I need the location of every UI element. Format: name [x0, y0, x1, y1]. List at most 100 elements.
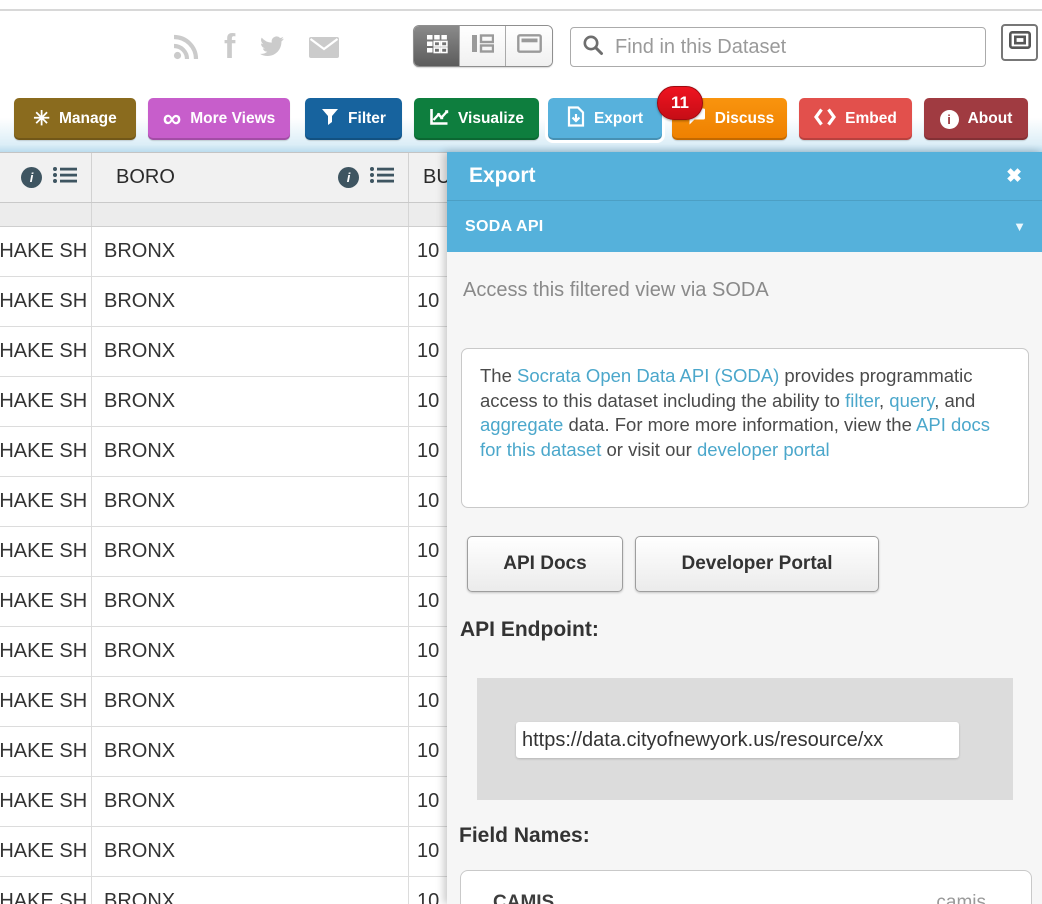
- export-button[interactable]: Export: [548, 98, 662, 140]
- cell-dba[interactable]: SHAKE SH: [0, 877, 92, 904]
- header-icons: i: [338, 165, 408, 190]
- cell-boro[interactable]: BRONX: [92, 477, 409, 526]
- cell-dba[interactable]: SHAKE SH: [0, 777, 92, 826]
- social-share-group: f: [172, 32, 339, 62]
- about-button[interactable]: i About: [924, 98, 1028, 140]
- gear-icon: ✳: [33, 109, 50, 129]
- text-segment: or visit our: [601, 439, 697, 460]
- cell-boro[interactable]: BRONX: [92, 827, 409, 876]
- cell-dba[interactable]: SHAKE SH: [0, 377, 92, 426]
- developer-portal-button[interactable]: Developer Portal: [635, 536, 879, 592]
- cell-boro[interactable]: BRONX: [92, 327, 409, 376]
- cell-boro[interactable]: BRONX: [92, 377, 409, 426]
- fullscreen-icon: [1009, 31, 1031, 54]
- api-endpoint-input[interactable]: [516, 722, 959, 758]
- chevron-down-icon: ▼: [1013, 219, 1026, 234]
- binoculars-icon: ∞: [163, 105, 182, 131]
- download-doc-icon: [567, 106, 585, 132]
- dataset-page: f: [0, 0, 1042, 904]
- cell-boro[interactable]: BRONX: [92, 677, 409, 726]
- export-panel-header: Export ✖: [447, 152, 1042, 200]
- field-row: CAMIScamis: [493, 892, 986, 904]
- field-names-label: Field Names:: [459, 824, 590, 848]
- cell-boro[interactable]: BRONX: [92, 227, 409, 276]
- cell-dba[interactable]: SHAKE SH: [0, 577, 92, 626]
- inline-link[interactable]: Socrata Open Data API (SODA): [517, 365, 779, 386]
- manage-label: Manage: [59, 110, 117, 128]
- more-views-button[interactable]: ∞ More Views: [148, 98, 290, 140]
- column-header-dba[interactable]: i: [0, 153, 92, 202]
- top-divider: [0, 9, 1042, 11]
- toolbar: f: [0, 18, 1042, 76]
- cell-boro[interactable]: BRONX: [92, 427, 409, 476]
- rich-list-view-icon: [471, 34, 494, 58]
- page-view-icon: [517, 34, 542, 58]
- cell-dba[interactable]: SHAKE SH: [0, 477, 92, 526]
- discuss-label: Discuss: [715, 110, 774, 128]
- facebook-icon[interactable]: f: [224, 32, 235, 62]
- column-menu-icon[interactable]: [369, 165, 395, 190]
- inline-link[interactable]: aggregate: [480, 414, 563, 435]
- search-icon: [581, 33, 605, 62]
- filter-button[interactable]: Filter: [305, 98, 402, 140]
- page-view-button[interactable]: [506, 26, 552, 66]
- soda-description: The Socrata Open Data API (SODA) provide…: [461, 348, 1029, 508]
- cell-boro[interactable]: BRONX: [92, 627, 409, 676]
- cell-boro[interactable]: BRONX: [92, 277, 409, 326]
- column-info-icon[interactable]: i: [21, 167, 42, 188]
- manage-button[interactable]: ✳ Manage: [14, 98, 136, 140]
- cell-dba[interactable]: SHAKE SH: [0, 427, 92, 476]
- api-docs-button[interactable]: API Docs: [467, 536, 623, 592]
- filter-label: Filter: [348, 110, 386, 128]
- rich-list-view-button[interactable]: [460, 26, 506, 66]
- inline-link[interactable]: developer portal: [697, 439, 830, 460]
- text-segment: , and: [934, 390, 975, 411]
- discuss-count-badge: 11: [657, 86, 703, 120]
- soda-intro-text: Access this filtered view via SODA: [463, 279, 769, 302]
- inline-link[interactable]: query: [889, 390, 934, 411]
- api-endpoint-label: API Endpoint:: [460, 618, 599, 642]
- column-info-icon[interactable]: i: [338, 167, 359, 188]
- cell-boro[interactable]: BRONX: [92, 527, 409, 576]
- visualize-button[interactable]: Visualize: [414, 98, 539, 140]
- cell-boro[interactable]: BRONX: [92, 877, 409, 904]
- grid-view-button[interactable]: [414, 26, 460, 66]
- header-icons: i: [21, 165, 91, 190]
- cell-dba[interactable]: SHAKE SH: [0, 627, 92, 676]
- more-views-label: More Views: [190, 110, 275, 128]
- column-menu-icon[interactable]: [52, 165, 78, 190]
- soda-api-label: SODA API: [465, 218, 544, 236]
- funnel-icon: [321, 108, 339, 131]
- embed-button[interactable]: Embed: [799, 98, 912, 140]
- field-names-box: CAMIScamis: [460, 870, 1032, 904]
- cell-dba[interactable]: SHAKE SH: [0, 527, 92, 576]
- cell-dba[interactable]: SHAKE SH: [0, 727, 92, 776]
- cell-dba[interactable]: SHAKE SH: [0, 277, 92, 326]
- export-label: Export: [594, 110, 643, 128]
- email-icon[interactable]: [309, 37, 339, 58]
- cell-dba[interactable]: SHAKE SH: [0, 227, 92, 276]
- cell-dba[interactable]: SHAKE SH: [0, 327, 92, 376]
- cell-dba[interactable]: SHAKE SH: [0, 677, 92, 726]
- cell-dba[interactable]: SHAKE SH: [0, 827, 92, 876]
- field-api-name: camis: [936, 892, 986, 904]
- visualize-label: Visualize: [458, 110, 524, 128]
- cell-boro[interactable]: BRONX: [92, 577, 409, 626]
- rss-icon[interactable]: [172, 33, 200, 61]
- twitter-icon[interactable]: [259, 36, 285, 58]
- close-icon[interactable]: ✖: [1006, 165, 1022, 188]
- export-panel: Export ✖ SODA API ▼ Access this filtered…: [447, 152, 1042, 904]
- chart-icon: [429, 108, 449, 131]
- export-panel-title: Export: [469, 164, 536, 188]
- view-toggle-group: [413, 25, 553, 67]
- cell-boro[interactable]: BRONX: [92, 777, 409, 826]
- column-header-boro[interactable]: BORO i: [92, 153, 409, 202]
- code-brackets-icon: [814, 108, 836, 131]
- search-input[interactable]: [615, 36, 975, 59]
- inline-link[interactable]: filter: [845, 390, 879, 411]
- info-icon: i: [940, 110, 959, 129]
- soda-api-section-header[interactable]: SODA API ▼: [447, 200, 1042, 252]
- fullscreen-button[interactable]: [1001, 24, 1038, 61]
- text-segment: ,: [879, 390, 889, 411]
- cell-boro[interactable]: BRONX: [92, 727, 409, 776]
